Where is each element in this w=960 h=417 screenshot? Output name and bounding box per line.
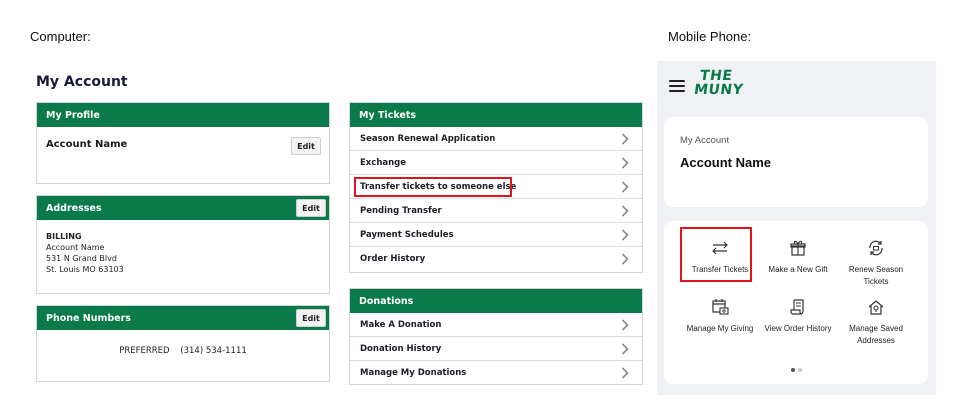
chevron-right-icon [618, 156, 632, 170]
account-name: Account Name [46, 139, 128, 150]
donations-item-history[interactable]: Donation History [350, 337, 642, 361]
chevron-right-icon [618, 132, 632, 146]
tickets-item-label: Exchange [360, 157, 407, 168]
action-label: Renew Season Tickets [848, 265, 904, 286]
tickets-item-exchange[interactable]: Exchange [350, 151, 642, 175]
phone-numbers-heading: Phone Numbers [46, 312, 131, 324]
logo-line-2: MUNY [692, 82, 745, 98]
tickets-item-label: Season Renewal Application [360, 133, 496, 144]
edit-phone-button[interactable]: Edit [296, 309, 326, 327]
gift-icon [759, 239, 837, 257]
action-manage-addresses[interactable]: Manage Saved Addresses [837, 298, 915, 346]
mobile-account-card[interactable]: My Account Account Name [664, 117, 928, 207]
action-manage-giving[interactable]: Manage My Giving [681, 298, 759, 335]
donations-item-label: Donation History [360, 343, 442, 354]
action-renew-season[interactable]: Renew Season Tickets [837, 239, 915, 287]
action-label: Manage My Giving [686, 324, 754, 333]
action-label: View Order History [764, 324, 832, 333]
calendar-money-icon [681, 298, 759, 316]
address-type: BILLING [46, 232, 82, 241]
chevron-right-icon [618, 180, 632, 194]
edit-profile-button[interactable]: Edit [291, 137, 321, 155]
donations-item-label: Manage My Donations [360, 368, 467, 378]
phone-numbers-card: Phone Numbers Edit PREFERRED (314) 534-1… [36, 305, 330, 382]
page-title: My Account [36, 74, 128, 90]
computer-caption: Computer: [30, 29, 91, 44]
mobile-account-subtitle: My Account [680, 135, 730, 146]
phone-numbers-header: Phone Numbers Edit [37, 306, 329, 330]
house-location-icon [837, 298, 915, 316]
phone-type: PREFERRED [119, 346, 170, 356]
chevron-right-icon [618, 252, 632, 266]
action-view-order-history[interactable]: View Order History [759, 298, 837, 335]
address-city: St. Louis MO 63103 [46, 265, 124, 274]
tickets-item-label: Order History [360, 254, 426, 264]
logo-line-1: THE [698, 68, 734, 84]
tickets-item-label: Pending Transfer [360, 205, 442, 216]
donations-header: Donations [350, 289, 642, 313]
muny-logo[interactable]: THE MUNY [693, 68, 746, 98]
transfer-tile-highlight-box [680, 227, 752, 282]
page-dot-active[interactable] [790, 368, 795, 372]
tickets-item-payment-schedules[interactable]: Payment Schedules [350, 223, 642, 247]
chevron-right-icon [618, 318, 632, 332]
donations-card: Donations Make A Donation Donation Histo… [349, 288, 643, 385]
action-label: Manage Saved Addresses [849, 324, 903, 345]
tickets-item-pending-transfer[interactable]: Pending Transfer [350, 199, 642, 223]
my-profile-card: My Profile Account Name Edit [36, 102, 330, 184]
hamburger-menu-icon[interactable] [669, 80, 685, 95]
chevron-right-icon [618, 366, 632, 380]
donations-heading: Donations [359, 295, 414, 307]
my-tickets-header: My Tickets [350, 103, 642, 127]
chevron-right-icon [618, 204, 632, 218]
page-dot[interactable] [797, 368, 802, 372]
page-indicator [664, 368, 928, 372]
address-street: 531 N Grand Blvd [46, 254, 117, 263]
transfer-highlight-box [354, 177, 512, 197]
addresses-header: Addresses Edit [37, 196, 329, 220]
mobile-caption: Mobile Phone: [668, 29, 752, 44]
tickets-item-order-history[interactable]: Order History [350, 247, 642, 271]
mobile-account-name: Account Name [680, 155, 772, 170]
tickets-item-label: Payment Schedules [360, 229, 454, 240]
address-name: Account Name [46, 243, 105, 252]
my-profile-header: My Profile [37, 103, 329, 127]
chevron-right-icon [618, 342, 632, 356]
addresses-card: Addresses Edit BILLING Account Name 531 … [36, 195, 330, 294]
edit-addresses-button[interactable]: Edit [296, 199, 326, 217]
donations-item-label: Make A Donation [360, 319, 442, 330]
donations-item-make[interactable]: Make A Donation [350, 313, 642, 337]
chevron-right-icon [618, 228, 632, 242]
addresses-heading: Addresses [46, 202, 102, 214]
action-label: Make a New Gift [768, 265, 828, 274]
receipt-icon [759, 298, 837, 316]
my-tickets-heading: My Tickets [359, 109, 417, 121]
action-make-gift[interactable]: Make a New Gift [759, 239, 837, 276]
billing-address: BILLING Account Name 531 N Grand Blvd St… [46, 231, 124, 275]
phone-number: (314) 534-1111 [180, 346, 247, 356]
donations-item-manage[interactable]: Manage My Donations [350, 361, 642, 385]
phone-entry: PREFERRED (314) 534-1111 [37, 346, 329, 356]
renew-tickets-icon [837, 239, 915, 257]
my-profile-heading: My Profile [46, 109, 100, 121]
tickets-item-season-renewal[interactable]: Season Renewal Application [350, 127, 642, 151]
